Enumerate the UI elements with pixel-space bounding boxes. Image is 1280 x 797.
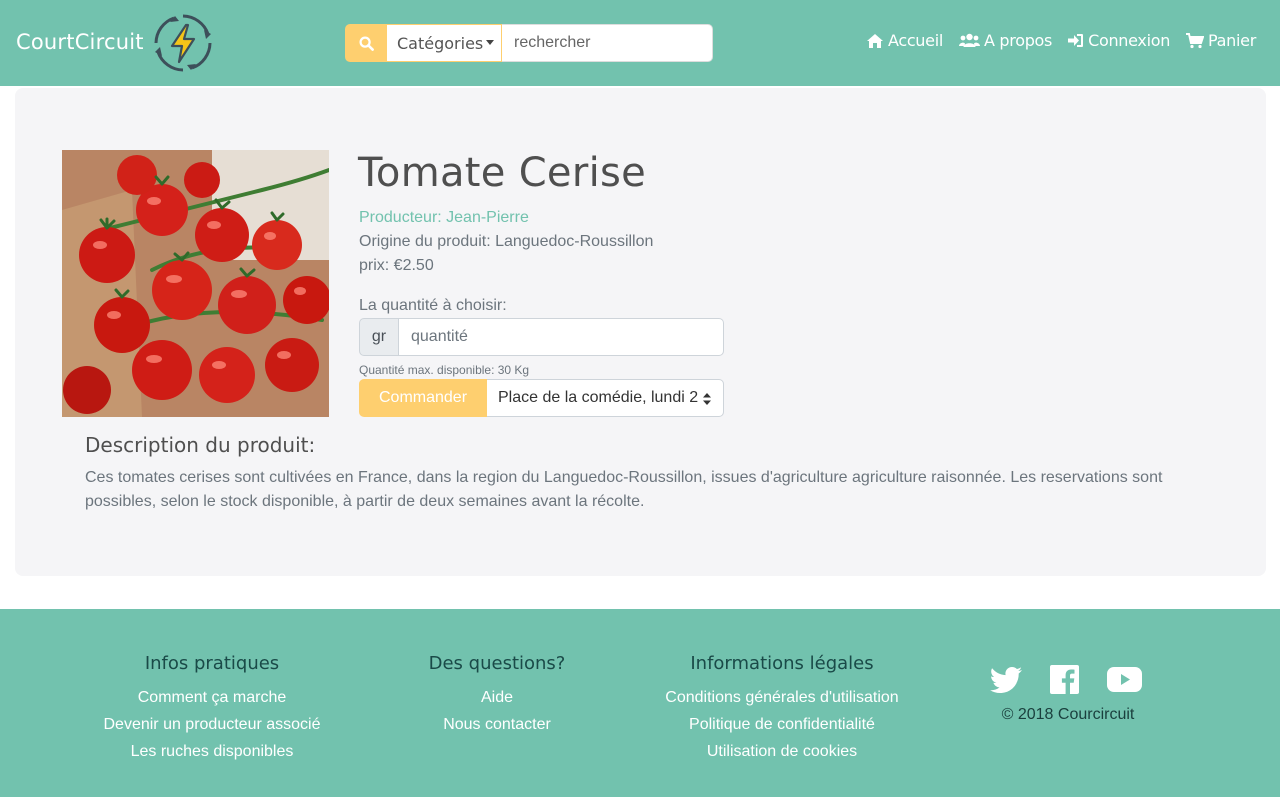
logo-lightning-recycle-icon[interactable] bbox=[152, 12, 214, 74]
footer-col-questions: Des questions? Aide Nous contacter bbox=[397, 653, 597, 738]
brand-name[interactable]: CourtCircuit bbox=[16, 30, 144, 54]
categories-dropdown[interactable]: Catégories bbox=[387, 24, 502, 62]
cart-icon bbox=[1186, 32, 1205, 48]
nav-cart-label: Panier bbox=[1208, 31, 1256, 50]
product-card: Tomate Cerise Producteur: Jean-Pierre Or… bbox=[15, 88, 1266, 576]
sign-in-icon bbox=[1068, 34, 1084, 47]
footer-link-cookies[interactable]: Utilisation de cookies bbox=[652, 738, 912, 765]
max-quantity-hint: Quantité max. disponible: 30 Kg bbox=[359, 363, 530, 377]
nav-about[interactable]: A propos bbox=[959, 31, 1052, 50]
nav-about-label: A propos bbox=[984, 31, 1053, 50]
nav-home-label: Accueil bbox=[887, 31, 943, 50]
copyright: © 2018 Courcircuit bbox=[1001, 706, 1135, 723]
order-group: Commander Place de la comédie, lundi 2 bbox=[359, 379, 724, 417]
search-input[interactable] bbox=[502, 24, 713, 62]
footer-link-become-producer[interactable]: Devenir un producteur associé bbox=[92, 711, 332, 738]
footer-col-title: Des questions? bbox=[428, 653, 566, 674]
quantity-input[interactable] bbox=[399, 318, 724, 356]
search-button[interactable] bbox=[345, 24, 387, 62]
description-title: Description du produit: bbox=[85, 433, 316, 457]
footer-link-how-it-works[interactable]: Comment ça marche bbox=[92, 684, 332, 711]
footer-link-terms[interactable]: Conditions générales d'utilisation bbox=[652, 684, 912, 711]
nav-cart[interactable]: Panier bbox=[1186, 31, 1256, 50]
quantity-unit: gr bbox=[359, 318, 399, 356]
footer-col-title: Infos pratiques bbox=[144, 653, 280, 674]
product-price: prix: €2.50 bbox=[359, 257, 434, 274]
search-bar: Catégories bbox=[345, 24, 713, 62]
social-links bbox=[990, 665, 1142, 694]
footer-link-contact[interactable]: Nous contacter bbox=[397, 711, 597, 738]
search-icon bbox=[358, 35, 374, 51]
facebook-icon[interactable] bbox=[1050, 665, 1079, 694]
home-icon bbox=[866, 33, 883, 48]
footer-link-privacy[interactable]: Politique de confidentialité bbox=[652, 711, 912, 738]
footer-col-infos: Infos pratiques Comment ça marche Deveni… bbox=[92, 653, 332, 765]
caret-down-icon bbox=[486, 39, 495, 45]
footer-col-title: Informations légales bbox=[690, 653, 874, 674]
product-image bbox=[62, 150, 329, 417]
quantity-label: La quantité à choisir: bbox=[359, 297, 507, 314]
youtube-icon[interactable] bbox=[1107, 667, 1142, 692]
product-title: Tomate Cerise bbox=[358, 150, 647, 196]
description-text: Ces tomates cerises sont cultivées en Fr… bbox=[85, 469, 1163, 510]
order-button[interactable]: Commander bbox=[359, 379, 487, 417]
nav-links: Accueil A propos Connexion Panier bbox=[866, 31, 1256, 50]
pickup-location-select[interactable]: Place de la comédie, lundi 2 bbox=[487, 379, 724, 417]
product-origin: Origine du produit: Languedoc-Roussillon bbox=[359, 233, 654, 250]
nav-login-label: Connexion bbox=[1088, 31, 1171, 50]
producer-link[interactable]: Producteur: Jean-Pierre bbox=[359, 209, 529, 227]
footer: Infos pratiques Comment ça marche Deveni… bbox=[0, 609, 1280, 797]
select-arrows-icon bbox=[703, 393, 711, 405]
nav-login[interactable]: Connexion bbox=[1068, 31, 1170, 50]
pickup-location-value: Place de la comédie, lundi 2 bbox=[498, 389, 698, 406]
footer-col-legal: Informations légales Conditions générale… bbox=[652, 653, 912, 765]
top-navbar: CourtCircuit Catégories Accueil bbox=[0, 0, 1280, 86]
users-icon bbox=[959, 33, 980, 47]
twitter-icon[interactable] bbox=[990, 666, 1022, 693]
nav-home[interactable]: Accueil bbox=[866, 31, 943, 50]
footer-link-help[interactable]: Aide bbox=[397, 684, 597, 711]
quantity-input-group: gr bbox=[359, 318, 724, 356]
categories-label: Catégories bbox=[397, 33, 484, 53]
footer-link-hives[interactable]: Les ruches disponibles bbox=[92, 738, 332, 765]
